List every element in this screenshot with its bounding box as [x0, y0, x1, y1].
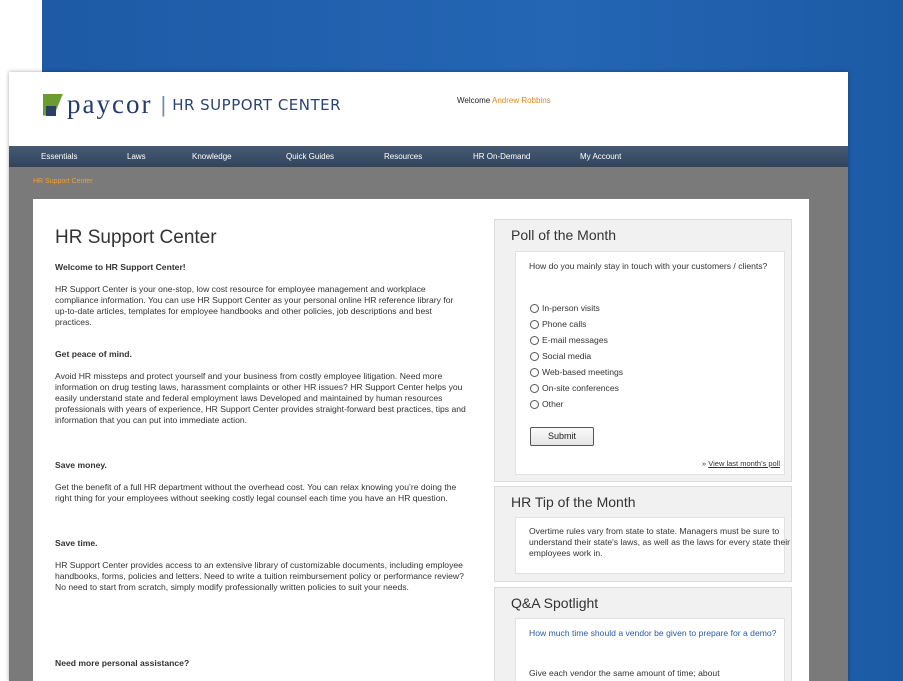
- poll-title: Poll of the Month: [511, 227, 617, 243]
- poll-option-3[interactable]: E-mail messages: [530, 335, 608, 345]
- hr-tip-card: Overtime rules vary from state to state.…: [515, 517, 790, 574]
- main-nav: Essentials Laws Knowledge Quick Guides R…: [9, 146, 848, 167]
- poll-option-7[interactable]: Other: [530, 399, 564, 409]
- poll-option-label: Other: [542, 399, 564, 409]
- poll-option-label: Web-based meetings: [542, 367, 624, 377]
- content-panel: HR Support Center Welcome to HR Support …: [33, 199, 809, 681]
- radio-icon[interactable]: [530, 399, 539, 409]
- hr-tip-title: HR Tip of the Month: [511, 494, 636, 510]
- radio-icon[interactable]: [530, 367, 539, 377]
- section-heading-peace: Get peace of mind.: [55, 349, 132, 359]
- poll-option-1[interactable]: In-person visits: [530, 303, 600, 313]
- breadcrumb[interactable]: HR Support Center: [33, 178, 93, 185]
- radio-icon[interactable]: [530, 351, 539, 361]
- section-body-time: HR Support Center provides access to an …: [55, 560, 464, 592]
- poll-option-label: On-site conferences: [542, 383, 619, 393]
- nav-knowledge[interactable]: Knowledge: [192, 152, 232, 161]
- poll-option-label: E-mail messages: [542, 335, 608, 345]
- welcome-prefix: Welcome: [457, 96, 491, 105]
- logo-word: paycor: [67, 89, 153, 119]
- radio-icon[interactable]: [530, 303, 539, 313]
- radio-icon[interactable]: [530, 319, 539, 329]
- qa-spotlight-box: Q&A Spotlight How much time should a ven…: [494, 587, 792, 681]
- poll-question: How do you mainly stay in touch with you…: [529, 261, 768, 271]
- poll-option-label: Social media: [542, 351, 592, 361]
- section-heading-welcome: Welcome to HR Support Center!: [55, 262, 186, 272]
- qa-answer: Give each vendor the same amount of time…: [529, 668, 720, 678]
- qa-title: Q&A Spotlight: [511, 595, 599, 611]
- poll-option-4[interactable]: Social media: [530, 351, 591, 361]
- browser-page: paycor | HR SUPPORT CENTER Welcome Andre…: [9, 72, 848, 681]
- poll-option-2[interactable]: Phone calls: [530, 319, 586, 329]
- poll-option-5[interactable]: Web-based meetings: [530, 367, 623, 377]
- content-area: HR Support Center HR Support Center Welc…: [9, 167, 848, 681]
- poll-submit-button[interactable]: Submit: [530, 427, 594, 446]
- welcome-message: Welcome Andrew Robbins: [457, 96, 551, 105]
- section-heading-money: Save money.: [55, 460, 107, 470]
- poll-card: How do you mainly stay in touch with you…: [515, 251, 785, 475]
- nav-laws[interactable]: Laws: [127, 152, 146, 161]
- section-body-peace: Avoid HR missteps and protect yourself a…: [55, 371, 466, 425]
- nav-essentials[interactable]: Essentials: [41, 152, 77, 161]
- poll-option-label: In-person visits: [542, 303, 600, 313]
- logo-separator: |: [160, 91, 167, 117]
- nav-resources[interactable]: Resources: [384, 152, 422, 161]
- view-last-prefix: »: [702, 459, 707, 468]
- poll-box: Poll of the Month How do you mainly stay…: [494, 219, 792, 482]
- welcome-user-link[interactable]: Andrew Robbins: [492, 96, 551, 105]
- nav-hr-on-demand[interactable]: HR On-Demand: [473, 152, 530, 161]
- nav-quick-guides[interactable]: Quick Guides: [286, 152, 334, 161]
- poll-option-label: Phone calls: [542, 319, 587, 329]
- hr-tip-box: HR Tip of the Month Overtime rules vary …: [494, 486, 792, 582]
- section-body-welcome: HR Support Center is your one-stop, low …: [55, 284, 454, 327]
- section-heading-assistance: Need more personal assistance?: [55, 658, 190, 668]
- section-heading-time: Save time.: [55, 538, 98, 548]
- view-last-poll: » View last month's poll: [702, 459, 780, 468]
- nav-my-account[interactable]: My Account: [580, 152, 621, 161]
- logo-subtitle: HR SUPPORT CENTER: [172, 95, 342, 114]
- page-title: HR Support Center: [55, 227, 217, 248]
- paycor-logo[interactable]: paycor | HR SUPPORT CENTER: [43, 89, 341, 120]
- site-header: paycor | HR SUPPORT CENTER Welcome Andre…: [9, 72, 848, 146]
- radio-icon[interactable]: [530, 383, 539, 393]
- section-body-money: Get the benefit of a full HR department …: [55, 482, 457, 503]
- poll-option-6[interactable]: On-site conferences: [530, 383, 619, 393]
- qa-question-link[interactable]: How much time should a vendor be given t…: [529, 627, 791, 639]
- radio-icon[interactable]: [530, 335, 539, 345]
- hr-tip-text: Overtime rules vary from state to state.…: [529, 526, 791, 558]
- qa-card: How much time should a vendor be given t…: [515, 618, 785, 681]
- paycor-logo-icon: [43, 93, 63, 116]
- view-last-poll-link[interactable]: View last month's poll: [708, 459, 780, 468]
